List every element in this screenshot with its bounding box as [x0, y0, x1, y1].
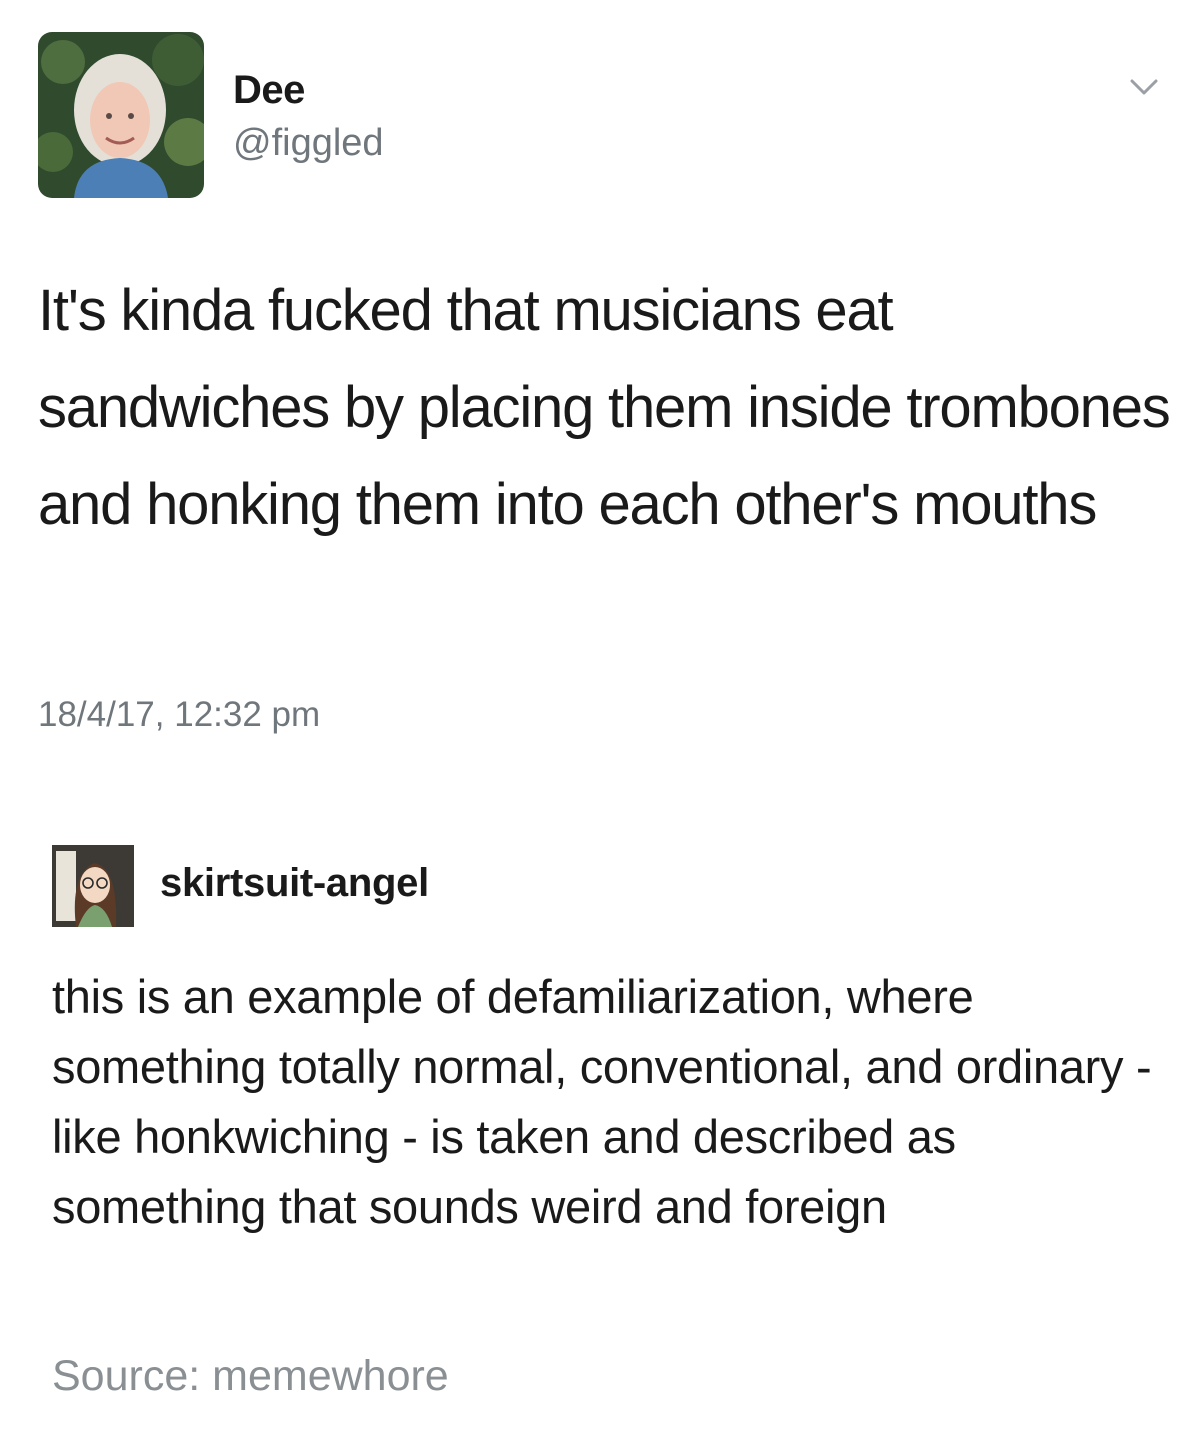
source-link[interactable]: Source: memewhore [52, 1352, 449, 1401]
display-name[interactable]: Dee [233, 68, 305, 113]
cartoon-avatar-icon [52, 845, 134, 927]
avatar[interactable] [52, 845, 134, 927]
tweet-text: It's kinda fucked that musicians eat san… [38, 278, 1171, 537]
reblog-header: skirtsuit-angel [52, 845, 952, 927]
handle[interactable]: @figgled [233, 122, 384, 165]
profile-photo-icon [38, 32, 204, 198]
timestamp[interactable]: 18/4/17, 12:32 pm [38, 695, 320, 735]
avatar[interactable] [38, 32, 204, 198]
chevron-down-icon[interactable] [1126, 72, 1162, 102]
reblog-text: this is an example of defamiliarization,… [52, 970, 1152, 1233]
reblog-username[interactable]: skirtsuit-angel [160, 861, 429, 906]
tweet-header: Dee @figgled [38, 32, 1162, 200]
